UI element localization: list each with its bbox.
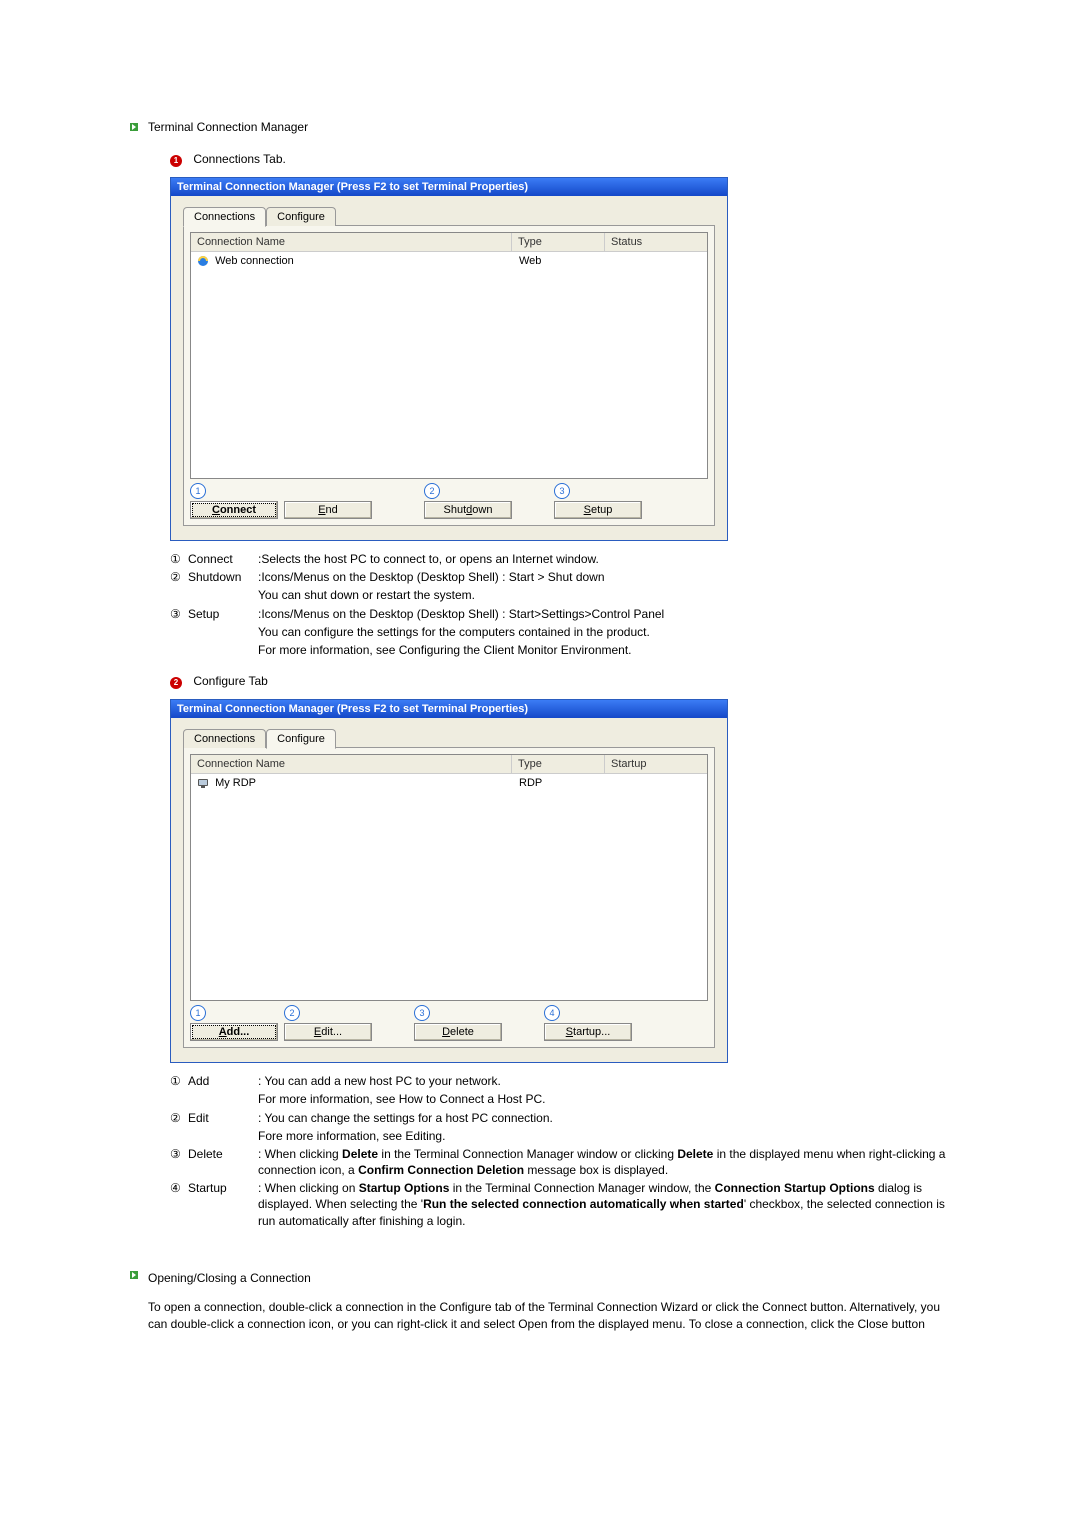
desc-label-connect: Connect xyxy=(188,551,258,567)
add-button[interactable]: Add... xyxy=(190,1023,278,1041)
desc-text-add: : You can add a new host PC to your netw… xyxy=(258,1073,950,1089)
window-connections-tab: Terminal Connection Manager (Press F2 to… xyxy=(170,177,728,541)
configure-list[interactable]: Connection Name Type Startup My RDP RDP xyxy=(190,754,708,1001)
callout-1: 1 xyxy=(190,1005,206,1021)
list-item[interactable]: My RDP RDP xyxy=(191,774,707,792)
subsection-label: Configure Tab xyxy=(193,674,268,688)
window-configure-tab: Terminal Connection Manager (Press F2 to… xyxy=(170,699,728,1063)
row-type: Web xyxy=(513,253,605,269)
column-connection-name[interactable]: Connection Name xyxy=(191,755,512,773)
ie-icon xyxy=(197,255,209,267)
callout-3: 3 xyxy=(414,1005,430,1021)
row-status xyxy=(605,253,707,269)
desc-text-add-2: For more information, see How to Connect… xyxy=(258,1091,950,1107)
row-startup xyxy=(605,775,707,791)
opening-closing-body: To open a connection, double-click a con… xyxy=(148,1299,950,1333)
desc-text-connect: :Selects the host PC to connect to, or o… xyxy=(258,551,950,567)
desc-label-edit: Edit xyxy=(188,1110,258,1126)
desc-text-setup-2: You can configure the settings for the c… xyxy=(258,624,950,640)
tab-connections[interactable]: Connections xyxy=(183,729,266,748)
column-startup[interactable]: Startup xyxy=(605,755,707,773)
configure-descriptions: ① Add : You can add a new host PC to you… xyxy=(170,1073,950,1229)
connections-descriptions: ① Connect :Selects the host PC to connec… xyxy=(170,551,950,658)
desc-label-add: Add xyxy=(188,1073,258,1089)
section-heading-text: Terminal Connection Manager xyxy=(148,120,308,134)
desc-num-1: ① xyxy=(170,551,188,567)
tab-connections[interactable]: Connections xyxy=(183,207,266,227)
list-item[interactable]: Web connection Web xyxy=(191,252,707,270)
delete-button[interactable]: Delete xyxy=(414,1023,502,1041)
rdp-icon xyxy=(197,777,209,789)
startup-button[interactable]: Startup... xyxy=(544,1023,632,1041)
green-arrow-icon xyxy=(130,123,138,131)
column-type[interactable]: Type xyxy=(512,233,605,251)
tab-configure[interactable]: Configure xyxy=(266,729,336,749)
desc-label-delete: Delete xyxy=(188,1146,258,1178)
red-badge-2: 2 xyxy=(170,677,182,689)
desc-num-3: ③ xyxy=(170,1146,188,1178)
subsection-connections-tab: 1 Connections Tab. xyxy=(170,152,950,167)
edit-button[interactable]: Edit... xyxy=(284,1023,372,1041)
desc-text-delete: : When clicking Delete in the Terminal C… xyxy=(258,1146,950,1178)
column-status[interactable]: Status xyxy=(605,233,707,251)
desc-text-edit: : You can change the settings for a host… xyxy=(258,1110,950,1126)
desc-label-setup: Setup xyxy=(188,606,258,622)
end-button[interactable]: End xyxy=(284,501,372,519)
callout-4: 4 xyxy=(544,1005,560,1021)
desc-text-setup: :Icons/Menus on the Desktop (Desktop She… xyxy=(258,606,950,622)
desc-num-4: ④ xyxy=(170,1180,188,1229)
window-titlebar[interactable]: Terminal Connection Manager (Press F2 to… xyxy=(171,700,727,718)
column-type[interactable]: Type xyxy=(512,755,605,773)
tab-configure[interactable]: Configure xyxy=(266,207,336,226)
green-arrow-icon xyxy=(130,1271,138,1279)
desc-label-shutdown: Shutdown xyxy=(188,569,258,585)
window-titlebar[interactable]: Terminal Connection Manager (Press F2 to… xyxy=(171,178,727,196)
callout-2: 2 xyxy=(284,1005,300,1021)
document-page: Terminal Connection Manager 1 Connection… xyxy=(0,0,1080,1528)
section-heading-text: Opening/Closing a Connection xyxy=(148,1271,950,1285)
connect-button[interactable]: Connect xyxy=(190,501,278,519)
red-badge-1: 1 xyxy=(170,155,182,167)
desc-text-edit-2: Fore more information, see Editing. xyxy=(258,1128,950,1144)
tabs: Connections Configure xyxy=(183,206,715,226)
callout-2: 2 xyxy=(424,483,440,499)
shutdown-button[interactable]: Shutdown xyxy=(424,501,512,519)
desc-num-2: ② xyxy=(170,1110,188,1126)
subsection-configure-tab: 2 Configure Tab xyxy=(170,674,950,689)
desc-label-startup: Startup xyxy=(188,1180,258,1229)
row-name: Web connection xyxy=(215,255,294,267)
tabs: Connections Configure xyxy=(183,728,715,748)
callout-3: 3 xyxy=(554,483,570,499)
desc-text-startup: : When clicking on Startup Options in th… xyxy=(258,1180,950,1229)
list-header: Connection Name Type Startup xyxy=(191,755,707,774)
desc-text-shutdown: :Icons/Menus on the Desktop (Desktop She… xyxy=(258,569,950,585)
callout-1: 1 xyxy=(190,483,206,499)
subsection-label: Connections Tab. xyxy=(193,152,286,166)
desc-num-3: ③ xyxy=(170,606,188,622)
column-connection-name[interactable]: Connection Name xyxy=(191,233,512,251)
button-row: 1 Connect End 2 Shutdown 3 xyxy=(190,483,708,519)
setup-button[interactable]: Setup xyxy=(554,501,642,519)
section-heading-terminal-connection-manager: Terminal Connection Manager xyxy=(130,120,950,134)
section-heading-opening-closing: Opening/Closing a Connection To open a c… xyxy=(130,1265,950,1333)
desc-num-2: ② xyxy=(170,569,188,585)
desc-text-setup-3: For more information, see Configuring th… xyxy=(258,642,950,658)
list-header: Connection Name Type Status xyxy=(191,233,707,252)
row-name: My RDP xyxy=(215,777,256,789)
desc-text-shutdown-2: You can shut down or restart the system. xyxy=(258,587,950,603)
row-type: RDP xyxy=(513,775,605,791)
desc-num-1: ① xyxy=(170,1073,188,1089)
connections-list[interactable]: Connection Name Type Status Web connecti… xyxy=(190,232,708,479)
button-row: 1 Add... 2 Edit... 3 Delete 4 xyxy=(190,1005,708,1041)
